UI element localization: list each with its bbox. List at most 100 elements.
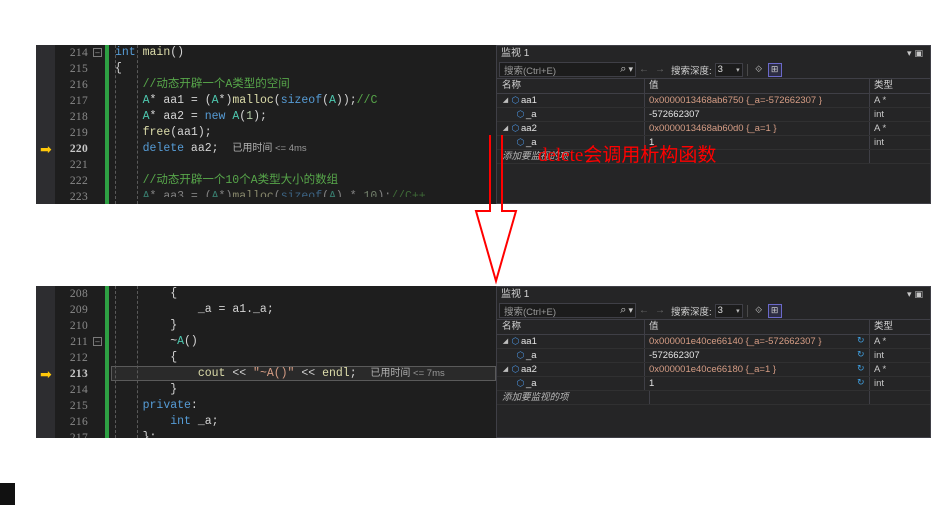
arrow-right-icon[interactable]: →	[655, 64, 665, 75]
float-window-icon[interactable]: ▣	[914, 48, 926, 58]
code-token: <<	[294, 367, 323, 380]
code-line[interactable]: ~A()	[115, 334, 496, 350]
column-header-type[interactable]: 类型	[870, 320, 930, 334]
column-header-value[interactable]: 值	[645, 320, 870, 334]
code-line[interactable]: }	[115, 318, 496, 334]
chevron-down-icon[interactable]: ▾	[628, 64, 633, 75]
code-line[interactable]: A* aa1 = (A*)malloc(sizeof(A));//C	[115, 93, 496, 109]
watch-row[interactable]: ⬡ _a 1 ↻ int	[497, 377, 930, 391]
refresh-value-icon[interactable]: ↻	[857, 364, 866, 373]
down-arrow-annotation	[474, 135, 518, 285]
column-header-value[interactable]: 值	[645, 79, 870, 93]
indent-guide	[137, 286, 138, 438]
watch-variable-value[interactable]: 0x0000013468ab6750 {_a=-572662307 }	[649, 95, 822, 106]
arrow-left-icon[interactable]: ←	[639, 305, 649, 316]
watch-toolbar[interactable]: 搜索(Ctrl+E) ⌕ ▾ ← → 搜索深度: 3 ▾ ⟐ ⊞	[497, 61, 930, 79]
watch-variable-name: _a	[526, 378, 537, 389]
arrow-right-icon[interactable]: →	[655, 305, 665, 316]
code-token: sizeof	[280, 190, 323, 197]
watch-row[interactable]: ◢ ⬡ aa1 0x000001e40ce66140 {_a=-572662307 }…	[497, 335, 930, 349]
row-expander-icon[interactable]: ◢	[501, 94, 510, 107]
code-line[interactable]: };	[115, 430, 496, 438]
magnifier-icon[interactable]: ⌕	[620, 304, 626, 317]
add-watch-type-cell	[870, 150, 930, 163]
code-token: (	[322, 190, 330, 197]
refresh-value-icon[interactable]: ↻	[857, 378, 866, 387]
watch-row[interactable]: ◢ ⬡ aa2 0x0000013468ab60d0 {_a=1 } A *	[497, 122, 930, 136]
watch-row[interactable]: ◢ ⬡ aa2 0x000001e40ce66180 {_a=1 } ↻ A *	[497, 363, 930, 377]
search-depth-select[interactable]: 3 ▾	[714, 62, 743, 77]
editor-fold-margin[interactable]: –	[93, 45, 105, 204]
code-line[interactable]: _a = a1._a;	[115, 302, 496, 318]
search-depth-select[interactable]: 3 ▾	[714, 303, 743, 318]
fold-collapse-icon[interactable]: –	[93, 337, 102, 346]
watch-variable-value[interactable]: 0x0000013468ab60d0 {_a=1 }	[649, 123, 777, 134]
watch-toolbar[interactable]: 搜索(Ctrl+E) ⌕ ▾ ← → 搜索深度: 3 ▾ ⟐ ⊞	[497, 302, 930, 320]
hexadecimal-display-icon[interactable]: ⊞	[767, 303, 782, 318]
float-window-icon[interactable]: ▣	[914, 289, 926, 299]
watch-variable-value[interactable]: -572662307	[649, 109, 700, 120]
refresh-value-icon[interactable]: ↻	[857, 336, 866, 345]
row-expander-icon[interactable]: ◢	[501, 363, 510, 376]
column-header-name[interactable]: 名称	[497, 320, 645, 334]
watch-variable-value[interactable]: 0x000001e40ce66140 {_a=-572662307 }	[649, 336, 822, 347]
code-line[interactable]: private:	[115, 398, 496, 414]
code-token: * aa3 = (	[149, 190, 212, 197]
watch-window-top[interactable]: 监视 1 ▾▣ 搜索(Ctrl+E) ⌕ ▾ ← → 搜索深度: 3 ▾ ⟐ ⊞ 名称值类型 ◢ ⬡ aa1 0…	[496, 45, 931, 204]
code-token: private	[142, 399, 191, 412]
pin-icon[interactable]: ⟐	[752, 63, 766, 77]
hexadecimal-display-icon[interactable]: ⊞	[767, 62, 782, 77]
search-input[interactable]: 搜索(Ctrl+E) ⌕ ▾	[499, 303, 636, 318]
watch-row[interactable]: ⬡ _a -572662307 ↻ int	[497, 349, 930, 363]
code-line[interactable]: }	[115, 382, 496, 398]
watch-variable-value[interactable]: 1	[649, 378, 654, 389]
code-line[interactable]: {	[115, 61, 496, 77]
watch-row[interactable]: ◢ ⬡ aa1 0x0000013468ab6750 {_a=-572662307 }…	[497, 94, 930, 108]
editor-breakpoint-margin[interactable]: ➡	[36, 45, 55, 204]
editor-breakpoint-margin[interactable]: ➡	[36, 286, 55, 438]
watch-row[interactable]: ⬡ _a -572662307 int	[497, 108, 930, 122]
editor-fold-margin[interactable]: –	[93, 286, 105, 438]
arrow-left-icon[interactable]: ←	[639, 64, 649, 75]
refresh-value-icon[interactable]: ↻	[857, 350, 866, 359]
code-token: ));	[335, 94, 357, 107]
code-line[interactable]: int _a;	[115, 414, 496, 430]
watch-variable-name: aa2	[521, 364, 537, 375]
row-expander-icon[interactable]: ◢	[501, 335, 510, 348]
code-line[interactable]: //动态开辟一个A类型的空间	[115, 77, 496, 93]
add-watch-row[interactable]: 添加要监视的项	[497, 391, 930, 405]
fold-collapse-icon[interactable]: –	[93, 48, 102, 57]
chevron-down-icon[interactable]: ▾	[736, 66, 740, 74]
watch-window-bottom[interactable]: 监视 1 ▾▣ 搜索(Ctrl+E) ⌕ ▾ ← → 搜索深度: 3 ▾ ⟐ ⊞ 名称值类型 ◢ ⬡ aa1 0…	[496, 286, 931, 438]
code-token: * aa2 =	[149, 110, 205, 123]
code-line[interactable]: {	[115, 286, 496, 302]
chevron-down-icon[interactable]: ▾	[736, 307, 740, 315]
code-token: );	[377, 190, 392, 197]
code-token: * aa1 = (	[149, 94, 212, 107]
editor-code-area[interactable]: { _a = a1._a; } ~A() { cout << "~A()" <<…	[109, 286, 496, 438]
code-line[interactable]: cout << "~A()" << endl; 已用时间 <= 7ms	[111, 366, 496, 382]
top-code-editor[interactable]: ➡ 214 215 216 217 218 219 220 221 222 223 – int main…	[36, 45, 496, 204]
watch-variable-value[interactable]: -572662307	[649, 350, 700, 361]
magnifier-icon[interactable]: ⌕	[620, 63, 626, 76]
code-line[interactable]: int main()	[115, 45, 496, 61]
search-input[interactable]: 搜索(Ctrl+E) ⌕ ▾	[499, 62, 636, 77]
pin-icon[interactable]: ⟐	[752, 304, 766, 318]
chevron-down-icon[interactable]: ▾	[628, 305, 633, 316]
toolbar-separator	[746, 63, 748, 76]
code-token: delete	[142, 142, 185, 155]
line-number: 216	[69, 79, 88, 91]
code-line[interactable]: {	[115, 350, 496, 366]
watch-variable-value[interactable]: 0x000001e40ce66180 {_a=1 }	[649, 364, 776, 375]
elapsed-time-value: <= 4ms	[272, 143, 307, 154]
bottom-code-editor[interactable]: ➡ 208 209 210 211 212 213 214 215 216 217 – { _a = …	[36, 286, 496, 438]
code-token: }	[115, 319, 178, 332]
watch-title-label: 监视 1	[501, 48, 530, 59]
watch-variable-type: A *	[874, 95, 887, 106]
column-header-type[interactable]: 类型	[870, 79, 930, 93]
code-line[interactable]: A* aa2 = new A(1);	[115, 109, 496, 125]
code-token: //C++	[391, 190, 426, 197]
column-header-name[interactable]: 名称	[497, 79, 645, 93]
